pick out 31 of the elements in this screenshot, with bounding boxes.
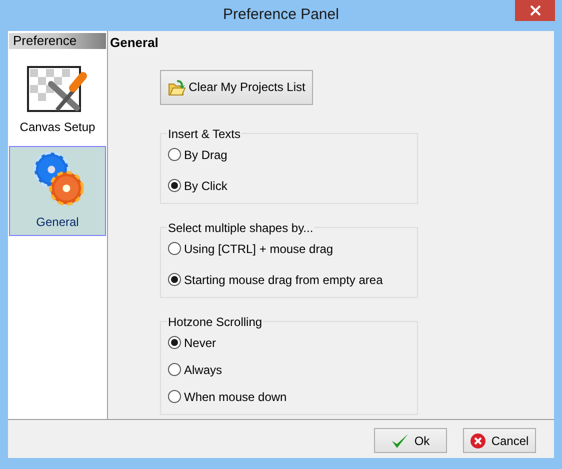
- radio-button[interactable]: [168, 363, 181, 376]
- radio-button[interactable]: [168, 390, 181, 403]
- group-label: Hotzone Scrolling: [168, 314, 262, 328]
- close-icon: [530, 5, 540, 16]
- radio-button[interactable]: [168, 148, 181, 161]
- sidebar-item[interactable]: Canvas Setup: [9, 51, 106, 141]
- radio-option[interactable]: Always: [168, 360, 410, 378]
- clear-projects-button[interactable]: Clear My Projects List: [160, 70, 313, 104]
- radio-button[interactable]: [168, 273, 181, 286]
- checkmark-icon: [391, 432, 410, 448]
- radio-option[interactable]: By Drag: [168, 146, 410, 164]
- window-title: Preference Panel: [223, 5, 339, 26]
- radio-button[interactable]: [168, 242, 181, 255]
- ok-button[interactable]: Ok: [374, 428, 447, 453]
- group-label: Select multiple shapes by...: [168, 220, 314, 234]
- cancel-icon: [470, 432, 486, 448]
- group-label: Insert & Texts: [168, 126, 240, 140]
- page-title: General: [110, 34, 160, 52]
- sidebar-item[interactable]: General: [9, 146, 106, 236]
- radio-option[interactable]: Using [CTRL] + mouse drag: [168, 240, 410, 258]
- radio-button[interactable]: [168, 336, 181, 349]
- radio-option[interactable]: By Click: [168, 176, 410, 194]
- close-button[interactable]: [515, 0, 555, 21]
- folder-arrow-icon: [168, 78, 186, 96]
- cancel-button[interactable]: Cancel: [463, 428, 536, 453]
- sidebar-header: Preference: [9, 33, 106, 49]
- radio-option[interactable]: Never: [168, 334, 410, 352]
- radio-button[interactable]: [168, 179, 181, 192]
- canvas-tools-icon: [26, 66, 88, 114]
- radio-option[interactable]: When mouse down: [168, 388, 410, 406]
- radio-option[interactable]: Starting mouse drag from empty area: [168, 270, 410, 288]
